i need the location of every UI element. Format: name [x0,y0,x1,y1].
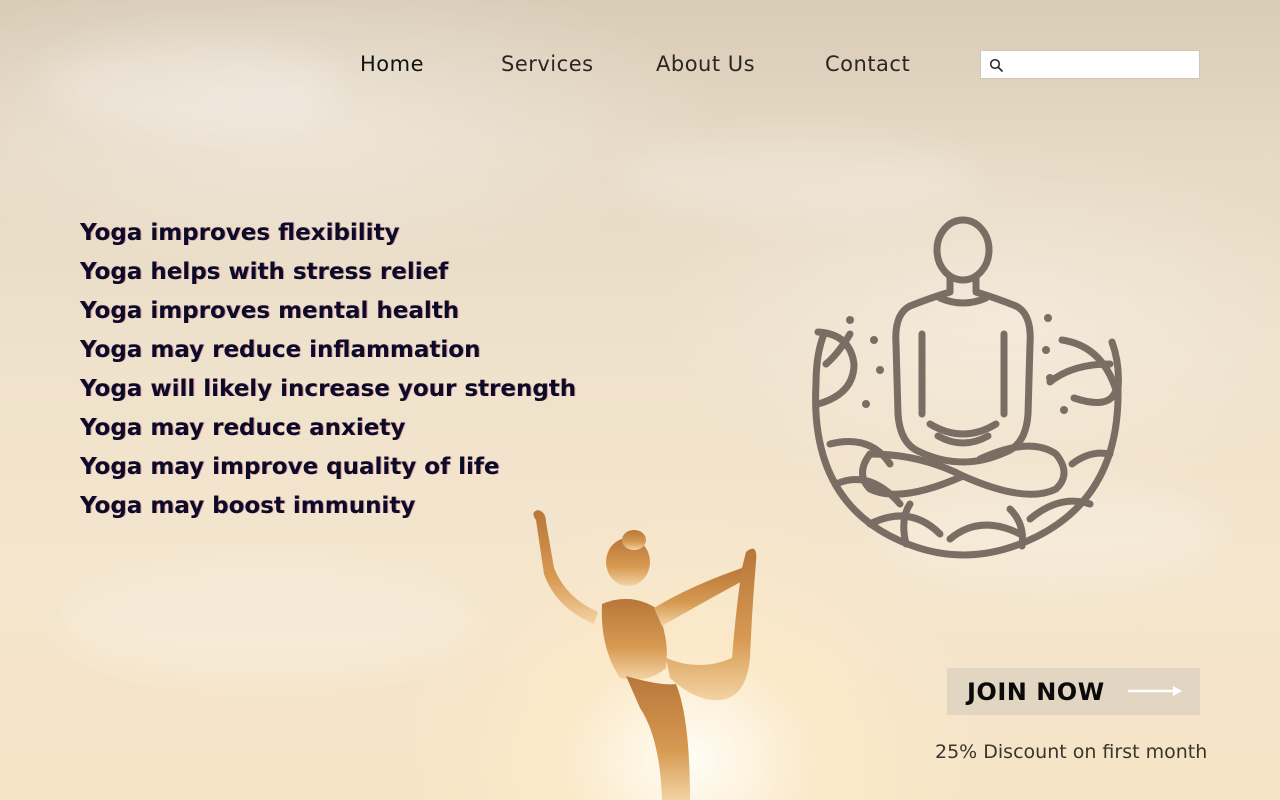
benefit-item: Yoga may improve quality of life [80,454,500,480]
join-now-label: JOIN NOW [967,677,1105,706]
nav-home[interactable]: Home [360,52,424,76]
benefit-item: Yoga may reduce inflammation [80,337,481,363]
search-box [980,50,1200,79]
search-icon[interactable] [989,58,1003,72]
benefits-list: Yoga improves flexibility Yoga helps wit… [80,214,576,526]
search-input[interactable] [1009,52,1199,77]
nav-about-us[interactable]: About Us [656,52,755,76]
benefit-item: Yoga improves flexibility [80,220,400,246]
join-now-button[interactable]: JOIN NOW [947,668,1200,715]
cloud-decoration [620,140,980,220]
nav-services[interactable]: Services [501,52,594,76]
discount-text: 25% Discount on first month [935,741,1208,763]
benefit-item: Yoga may boost immunity [80,493,416,519]
benefit-item: Yoga may reduce anxiety [80,415,406,441]
benefit-item: Yoga helps with stress relief [80,259,449,285]
benefit-item: Yoga will likely increase your strength [80,376,577,402]
nav-contact[interactable]: Contact [825,52,910,76]
main-nav: Home Services About Us Contact [0,48,1280,84]
meditation-emblem-icon [812,216,1122,559]
yoga-figure-image [533,510,757,800]
cloud-decoration [60,560,480,680]
arrow-right-icon [1128,686,1182,696]
benefit-item: Yoga improves mental health [80,298,460,324]
